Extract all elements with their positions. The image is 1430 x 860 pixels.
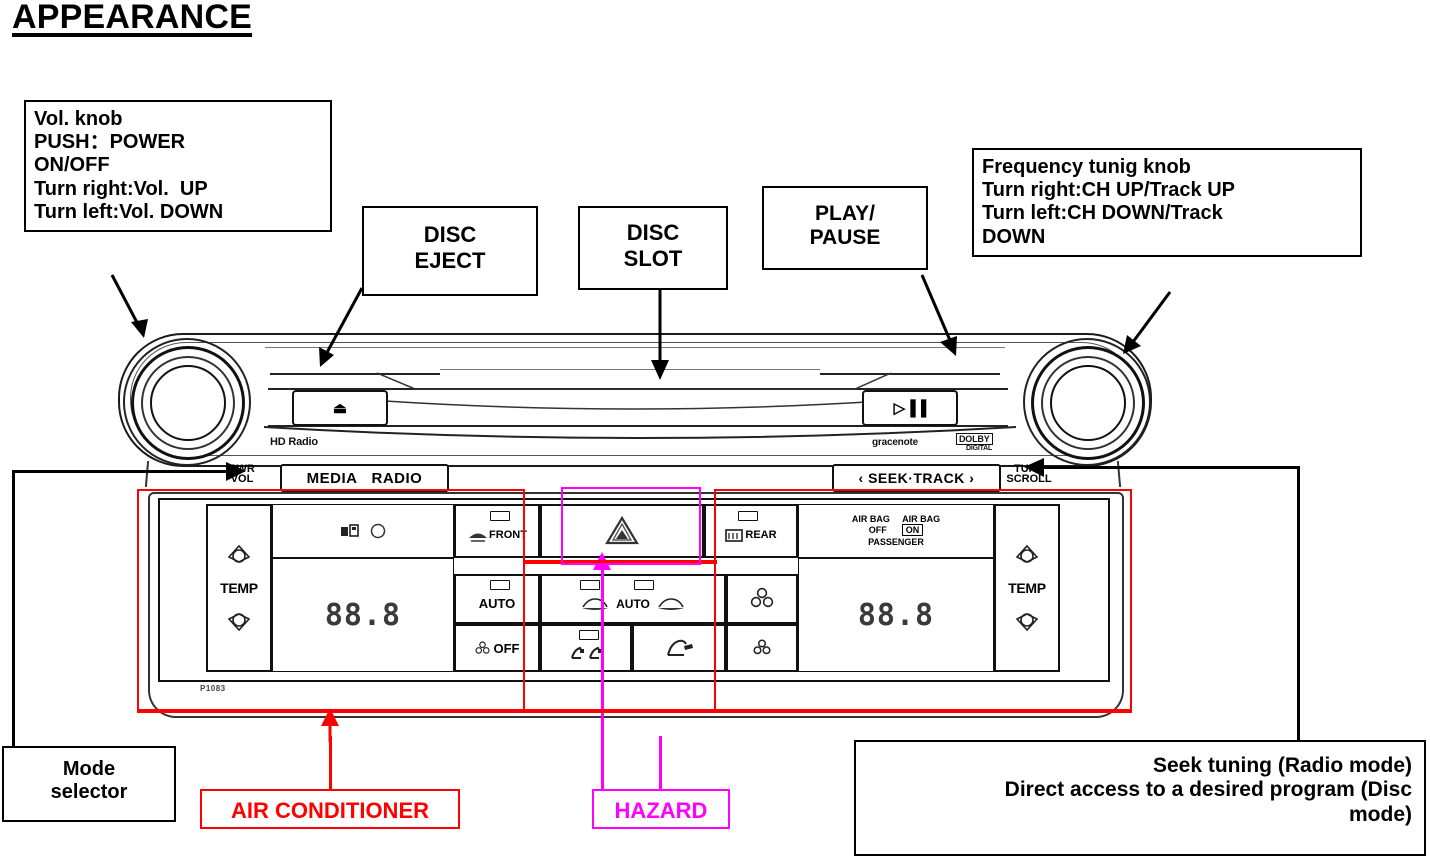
seat-feet-icon [667, 639, 693, 656]
dolby-sublabel: DIGITAL [966, 445, 993, 452]
mode-face-icon [571, 646, 602, 659]
leader-mode-selector-vertical [12, 470, 15, 748]
callout-vol-knob-line-4: Turn left:Vol. DOWN [34, 200, 224, 223]
callout-air-conditioner-label: AIR CONDITIONER [231, 798, 429, 823]
leader-seek-arrow [1024, 458, 1044, 477]
head-unit-leg-right [1116, 460, 1122, 488]
leader-frequency-knob [1123, 291, 1172, 354]
callout-vol-knob-line-2: ON/OFF [34, 154, 110, 177]
callout-mode-selector: Mode selector [2, 746, 176, 822]
callout-play-pause-line-0: PLAY/ [815, 202, 875, 225]
eject-icon: ⏏ [332, 400, 348, 417]
disc-slot-outline [376, 372, 892, 410]
leader-disc-eject [319, 287, 364, 367]
callout-disc-eject-line-1: EJECT [414, 247, 486, 273]
leader-air-conditioner [329, 736, 332, 791]
leader-seek-horizontal [1030, 466, 1300, 469]
highlight-air-conditioner-left [137, 489, 525, 713]
callout-air-conditioner: AIR CONDITIONER [200, 789, 460, 829]
highlight-hazard [561, 487, 701, 565]
head-unit-leg-left [144, 460, 150, 488]
recirculation-icon [582, 597, 609, 610]
callout-frequency-line-2: Turn left:CH DOWN/Track [982, 202, 1223, 225]
volume-knob[interactable] [131, 346, 245, 460]
callout-vol-knob-line-0: Vol. knob [34, 108, 123, 130]
seek-track-button[interactable]: ‹ SEEK·TRACK › [832, 464, 1001, 492]
radio-label: RADIO [371, 469, 423, 487]
callout-play-pause-line-1: PAUSE [809, 226, 881, 250]
head-unit-shell: ⏏ ▷▐▐ HD Radio gracenote DOLBY DIGITAL [118, 333, 1152, 467]
callout-disc-slot-line-1: SLOT [623, 245, 683, 271]
callout-frequency-knob: Frequency tunig knob Turn right:CH UP/Tr… [972, 148, 1362, 257]
fresh-air-icon [657, 597, 684, 610]
appearance-diagram: APPEARANCE ⏏ ▷▐▐ HD Radio gracenote DOLB… [0, 0, 1430, 860]
leader-play-pause [920, 274, 957, 356]
gracenote-logo: gracenote [872, 437, 918, 448]
highlight-air-conditioner-bottom [137, 709, 1132, 713]
leader-mode-selector-horizontal [12, 470, 242, 473]
play-pause-button[interactable]: ▷▐▐ [862, 390, 958, 426]
page-title: APPEARANCE [12, 0, 253, 36]
callout-frequency-line-3: DOWN [982, 225, 1046, 248]
mode-face-led [579, 630, 599, 640]
media-label: MEDIA [306, 469, 358, 487]
leader-vol-knob [110, 274, 148, 338]
dolby-logo: DOLBY [956, 433, 993, 445]
seek-track-label: ‹ SEEK·TRACK › [858, 470, 975, 486]
callout-vol-knob-line-1: PUSH：POWER [34, 131, 186, 154]
fresh-led [634, 580, 654, 590]
callout-disc-slot-line-0: DISC [626, 220, 680, 245]
play-pause-icon: ▷▐▐ [893, 400, 927, 417]
hd-radio-logo: HD Radio [270, 436, 318, 448]
callout-disc-slot: DISC SLOT [578, 206, 728, 290]
leader-hazard-vertical [601, 566, 604, 794]
callout-disc-eject-line-0: DISC [423, 222, 477, 247]
leader-hazard-lower [659, 736, 662, 791]
callout-seek-line-1: Direct access to a desired program (Disc [1004, 778, 1412, 802]
leader-disc-slot [651, 285, 669, 380]
callout-hazard-label: HAZARD [614, 798, 708, 823]
callout-vol-knob-line-3: Turn right:Vol. UP [34, 177, 208, 200]
callout-hazard: HAZARD [592, 789, 730, 829]
auto-intake-label: AUTO [616, 596, 650, 611]
callout-mode-selector-line-1: selector [50, 781, 128, 804]
radio-head-unit: ⏏ ▷▐▐ HD Radio gracenote DOLBY DIGITAL P… [118, 333, 1152, 493]
leader-mode-selector-arrow [226, 462, 246, 481]
disc-eject-button[interactable]: ⏏ [292, 390, 388, 426]
callout-play-pause: PLAY/ PAUSE [762, 186, 928, 270]
callout-mode-selector-line-0: Mode [62, 758, 116, 780]
mode-face-button[interactable] [540, 624, 632, 672]
callout-seek-tuning: Seek tuning (Radio mode) Direct access t… [854, 740, 1426, 856]
air-intake-button[interactable]: AUTO [540, 574, 726, 624]
callout-seek-line-0: Seek tuning (Radio mode) [1152, 754, 1412, 777]
callout-seek-line-2: mode) [1349, 802, 1412, 826]
callout-disc-eject: DISC EJECT [362, 206, 538, 296]
mode-feet-button[interactable] [632, 624, 726, 672]
leader-seek-vertical [1297, 466, 1300, 750]
highlight-air-conditioner-right [714, 489, 1132, 713]
callout-vol-knob: Vol. knob PUSH：POWER ON/OFF Turn right:V… [24, 100, 332, 232]
callout-frequency-line-0: Frequency tunig knob [982, 156, 1191, 178]
media-radio-button[interactable]: MEDIA RADIO [280, 464, 449, 492]
callout-frequency-line-1: Turn right:CH UP/Track UP [982, 179, 1235, 202]
